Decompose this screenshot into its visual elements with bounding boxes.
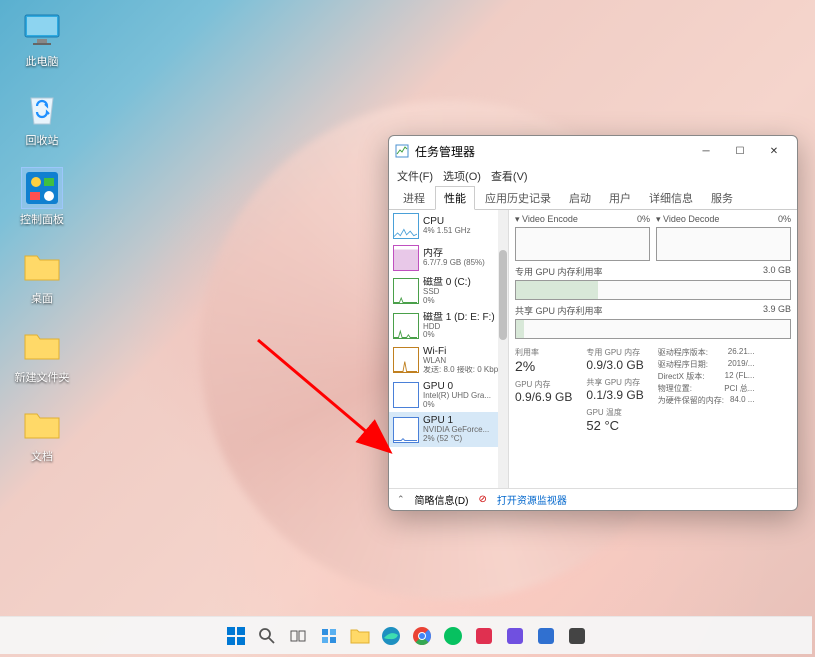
titlebar[interactable]: 任务管理器 ─ ☐ ✕ [389,136,797,166]
explorer-icon[interactable] [347,623,373,649]
edge-icon[interactable] [378,623,404,649]
shared-gpu-memory: 0.1/3.9 GB [586,388,643,402]
sidebar-item-gpu-0[interactable]: GPU 0Intel(R) UHD Gra...0% [389,378,508,413]
task-manager-window[interactable]: 任务管理器 ─ ☐ ✕ 文件(F) 选项(O) 查看(V) 进程 性能 应用历史… [388,135,798,511]
forbidden-icon: ⊘ [478,494,486,505]
menubar: 文件(F) 选项(O) 查看(V) [389,166,797,186]
desktop-icon-label: 回收站 [26,132,59,148]
window-title: 任务管理器 [415,143,689,160]
recycle-bin-icon [22,89,62,129]
video-decode-graph: ▾ Video Decode0% [656,214,791,261]
gpu-detail-panel: ▾ Video Encode0% ▾ Video Decode0% 专用 GPU… [509,210,797,488]
video-encode-graph: ▾ Video Encode0% [515,214,650,261]
gpu-utilization: 2% [515,358,572,374]
tab-performance[interactable]: 性能 [435,186,475,210]
folder-icon [22,326,62,366]
tab-app-history[interactable]: 应用历史记录 [477,187,559,209]
menu-file[interactable]: 文件(F) [397,168,433,184]
desktop-icon-folder-1[interactable]: 桌面 [10,247,74,306]
sidebar-item-disk-0[interactable]: 磁盘 0 (C:)SSD0% [389,274,508,309]
app-icon-3[interactable] [502,623,528,649]
desktop-icon-label: 桌面 [31,290,53,306]
taskview-icon[interactable] [285,623,311,649]
menu-options[interactable]: 选项(O) [443,168,481,184]
desktop-icon-label: 控制面板 [20,211,64,227]
desktop-icon-this-pc[interactable]: 此电脑 [10,10,74,69]
sidebar-scrollbar[interactable] [498,210,508,488]
tab-users[interactable]: 用户 [601,187,639,209]
taskbar[interactable] [0,616,812,654]
desktop-icon-recycle-bin[interactable]: 回收站 [10,89,74,148]
sidebar-item-cpu[interactable]: CPU4% 1.51 GHz [389,210,508,242]
gpu-driver-info: 驱动程序版本:26.21... 驱动程序日期:2019/... DirectX … [658,347,755,433]
shared-gpu-mem-graph: 共享 GPU 内存利用率3.9 GB [515,304,791,339]
monitor-icon [22,10,62,50]
close-button[interactable]: ✕ [757,139,791,163]
dedicated-gpu-memory: 0.9/3.0 GB [586,358,643,372]
menu-view[interactable]: 查看(V) [491,168,528,184]
desktop-icon-folder-2[interactable]: 新建文件夹 [10,326,74,385]
app-icon-1[interactable] [440,623,466,649]
sidebar-item-gpu-1[interactable]: GPU 1NVIDIA GeForce...2% (52 °C) [389,412,508,447]
sidebar-item-disk-1[interactable]: 磁盘 1 (D: E: F:)HDD0% [389,309,508,344]
gpu-temperature: 52 °C [586,418,643,433]
start-button[interactable] [223,623,249,649]
tab-startup[interactable]: 启动 [561,187,599,209]
app-icon-2[interactable] [471,623,497,649]
desktop-icon-control-panel[interactable]: 控制面板 [10,168,74,227]
sidebar-item-memory[interactable]: 内存6.7/7.9 GB (85%) [389,242,508,274]
widgets-icon[interactable] [316,623,342,649]
performance-body: CPU4% 1.51 GHz 内存6.7/7.9 GB (85%) 磁盘 0 (… [389,210,797,488]
tab-services[interactable]: 服务 [703,187,741,209]
desktop-icon-label: 新建文件夹 [15,369,70,385]
app-icon-4[interactable] [533,623,559,649]
fewer-details-label[interactable]: 简略信息(D) [415,492,469,507]
tab-details[interactable]: 详细信息 [641,187,701,209]
performance-sidebar: CPU4% 1.51 GHz 内存6.7/7.9 GB (85%) 磁盘 0 (… [389,210,509,488]
maximize-button[interactable]: ☐ [723,139,757,163]
desktop-icon-folder-3[interactable]: 文档 [10,405,74,464]
minimize-button[interactable]: ─ [689,139,723,163]
sidebar-item-wifi[interactable]: Wi-FiWLAN发送: 8.0 接收: 0 Kbps [389,343,508,378]
gpu-memory: 0.9/6.9 GB [515,390,572,404]
control-panel-icon [22,168,62,208]
app-icon-5[interactable] [564,623,590,649]
tab-processes[interactable]: 进程 [395,187,433,209]
taskmgr-icon [395,144,409,158]
folder-icon [22,247,62,287]
fewer-details-toggle[interactable]: ⌃ [397,494,405,505]
desktop-icon-label: 文档 [31,448,53,464]
desktop-icons: 此电脑 回收站 控制面板 桌面 新建文件夹 文档 [10,10,74,464]
tab-bar: 进程 性能 应用历史记录 启动 用户 详细信息 服务 [389,186,797,210]
window-footer: ⌃ 简略信息(D) ⊘ 打开资源监视器 [389,488,797,510]
desktop-icon-label: 此电脑 [26,53,59,69]
dedicated-gpu-mem-graph: 专用 GPU 内存利用率3.0 GB [515,265,791,300]
open-resource-monitor-link[interactable]: 打开资源监视器 [497,492,567,507]
folder-icon [22,405,62,445]
search-icon[interactable] [254,623,280,649]
chrome-icon[interactable] [409,623,435,649]
